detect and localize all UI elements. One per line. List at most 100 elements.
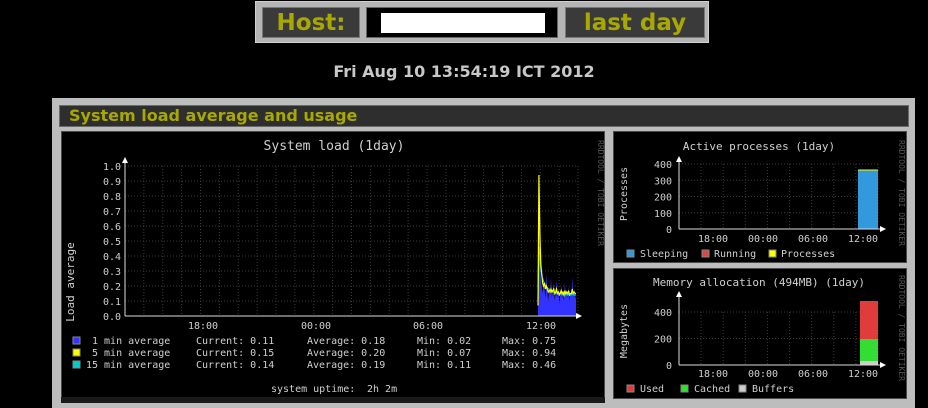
y-axis-arrow-icon <box>676 291 682 297</box>
active-processes-grid <box>679 163 879 230</box>
system-load-x-ticks: 18:00 00:00 06:00 12:00 <box>188 321 556 332</box>
x-tick-label: 12:00 <box>848 234 878 245</box>
legend-label-buffers: Buffers <box>752 384 794 395</box>
active-processes-x-ticks: 18:00 00:00 06:00 12:00 <box>698 234 878 245</box>
y-tick-label: 0.2 <box>103 282 121 293</box>
legend-swatch-5min <box>72 348 81 357</box>
legend-label-sleeping: Sleeping <box>640 249 688 260</box>
cached-area <box>860 339 878 361</box>
legend-label-cached: Cached <box>694 384 730 395</box>
legend-current-15min: Current: 0.14 <box>196 360 274 371</box>
host-label: Host: <box>262 7 360 38</box>
legend-label-used: Used <box>640 384 664 395</box>
bottom-strip <box>61 397 605 403</box>
system-load-legend: 1 min average Current: 0.11 Average: 0.1… <box>72 336 556 395</box>
section-title: System load average and usage <box>59 105 909 127</box>
y-tick-label: 300 <box>654 176 672 187</box>
x-axis-arrow-icon <box>880 362 886 368</box>
legend-swatch-used <box>626 384 635 393</box>
x-tick-label: 06:00 <box>798 234 828 245</box>
y-tick-label: 0 <box>666 361 672 372</box>
active-processes-chart[interactable]: Active processes (1day) Processes RRDTOO… <box>614 132 908 264</box>
y-tick-label: 0.7 <box>103 207 121 218</box>
system-load-y-ticks: 1.0 0.9 0.8 0.7 0.6 0.5 0.4 0.3 0.2 0.1 0.0 <box>103 162 121 323</box>
y-tick-label: 0.6 <box>103 222 121 233</box>
system-load-ylabel: Load average <box>64 242 77 321</box>
legend-average-1min: Average: 0.18 <box>307 336 385 347</box>
memory-x-ticks: 18:00 00:00 06:00 12:00 <box>698 369 878 380</box>
x-tick-label: 12:00 <box>848 369 878 380</box>
series-area-1min <box>538 203 576 316</box>
y-tick-label: 0.9 <box>103 177 121 188</box>
range-selector[interactable]: last day <box>565 7 705 38</box>
y-tick-label: 200 <box>654 335 672 346</box>
system-load-grid <box>125 165 579 317</box>
rrdtool-watermark: RRDTOOL / TOBI OETIKER <box>596 140 605 246</box>
legend-swatch-15min <box>72 360 81 369</box>
legend-label-running: Running <box>714 249 756 260</box>
timestamp: Fri Aug 10 13:54:19 ICT 2012 <box>333 62 595 81</box>
memory-ylabel: Megabytes <box>619 304 630 358</box>
y-tick-label: 0.8 <box>103 192 121 203</box>
x-tick-label: 12:00 <box>526 321 556 332</box>
legend-max-1min: Max: 0.75 <box>502 336 556 347</box>
legend-swatch-1min <box>72 336 81 345</box>
x-tick-label: 00:00 <box>748 369 778 380</box>
y-tick-label: 0.3 <box>103 267 121 278</box>
legend-min-1min: Min: 0.02 <box>417 336 471 347</box>
x-tick-label: 18:00 <box>698 369 728 380</box>
x-tick-label: 00:00 <box>748 234 778 245</box>
sleeping-area <box>858 170 878 229</box>
x-axis-arrow-icon <box>880 226 886 232</box>
y-tick-label: 0.4 <box>103 252 121 263</box>
active-processes-legend: Sleeping Running Processes <box>626 249 835 260</box>
legend-max-5min: Max: 0.94 <box>502 348 556 359</box>
legend-max-15min: Max: 0.46 <box>502 360 556 371</box>
x-tick-label: 18:00 <box>698 234 728 245</box>
active-processes-title: Active processes (1day) <box>683 140 835 153</box>
buffers-area <box>860 361 878 365</box>
x-axis-arrow-icon <box>576 313 582 319</box>
uptime-value: 2h 2m <box>367 384 397 395</box>
legend-swatch-running <box>701 249 710 258</box>
active-processes-ylabel: Processes <box>619 167 630 221</box>
rrdtool-watermark: RRDTOOL / TOBI OETIKER <box>897 140 906 246</box>
system-load-chart[interactable]: System load (1day) Load average RRDTOOL … <box>62 132 606 400</box>
y-tick-label: 100 <box>654 209 672 220</box>
uptime-label: system uptime: <box>271 384 355 395</box>
x-tick-label: 06:00 <box>798 369 828 380</box>
legend-average-15min: Average: 0.19 <box>307 360 385 371</box>
memory-title: Memory allocation (494MB) (1day) <box>653 276 865 289</box>
memory-legend: Used Cached Buffers <box>626 384 794 395</box>
legend-label-15min: 15 min average <box>86 360 170 371</box>
x-tick-label: 18:00 <box>188 321 218 332</box>
y-tick-label: 1.0 <box>103 162 121 173</box>
memory-chart[interactable]: Memory allocation (494MB) (1day) Megabyt… <box>614 269 908 400</box>
x-tick-label: 00:00 <box>301 321 331 332</box>
y-tick-label: 0.0 <box>103 312 121 323</box>
legend-swatch-cached <box>680 384 689 393</box>
active-processes-panel: Active processes (1day) Processes RRDTOO… <box>613 131 907 263</box>
memory-panel: Memory allocation (494MB) (1day) Megabyt… <box>613 268 907 399</box>
host-input[interactable] <box>381 13 545 33</box>
legend-label-processes: Processes <box>781 249 835 260</box>
y-axis-arrow-icon <box>676 156 682 162</box>
legend-min-15min: Min: 0.11 <box>417 360 471 371</box>
x-tick-label: 06:00 <box>413 321 443 332</box>
y-tick-label: 0.1 <box>103 297 121 308</box>
legend-current-5min: Current: 0.15 <box>196 348 274 359</box>
legend-min-5min: Min: 0.07 <box>417 348 471 359</box>
legend-swatch-sleeping <box>626 249 635 258</box>
used-area <box>860 301 878 339</box>
legend-label-1min: 1 min average <box>92 336 170 347</box>
legend-current-1min: Current: 0.11 <box>196 336 274 347</box>
legend-average-5min: Average: 0.20 <box>307 348 385 359</box>
y-axis-arrow-icon <box>122 157 128 163</box>
memory-y-ticks: 400 200 0 <box>654 308 672 372</box>
system-load-panel: System load (1day) Load average RRDTOOL … <box>61 131 605 399</box>
host-selector-bar: Host: last day <box>255 1 709 43</box>
rrdtool-watermark: RRDTOOL / TOBI OETIKER <box>897 275 906 381</box>
legend-label-5min: 5 min average <box>92 348 170 359</box>
legend-swatch-buffers <box>738 384 747 393</box>
memory-grid <box>679 311 879 366</box>
